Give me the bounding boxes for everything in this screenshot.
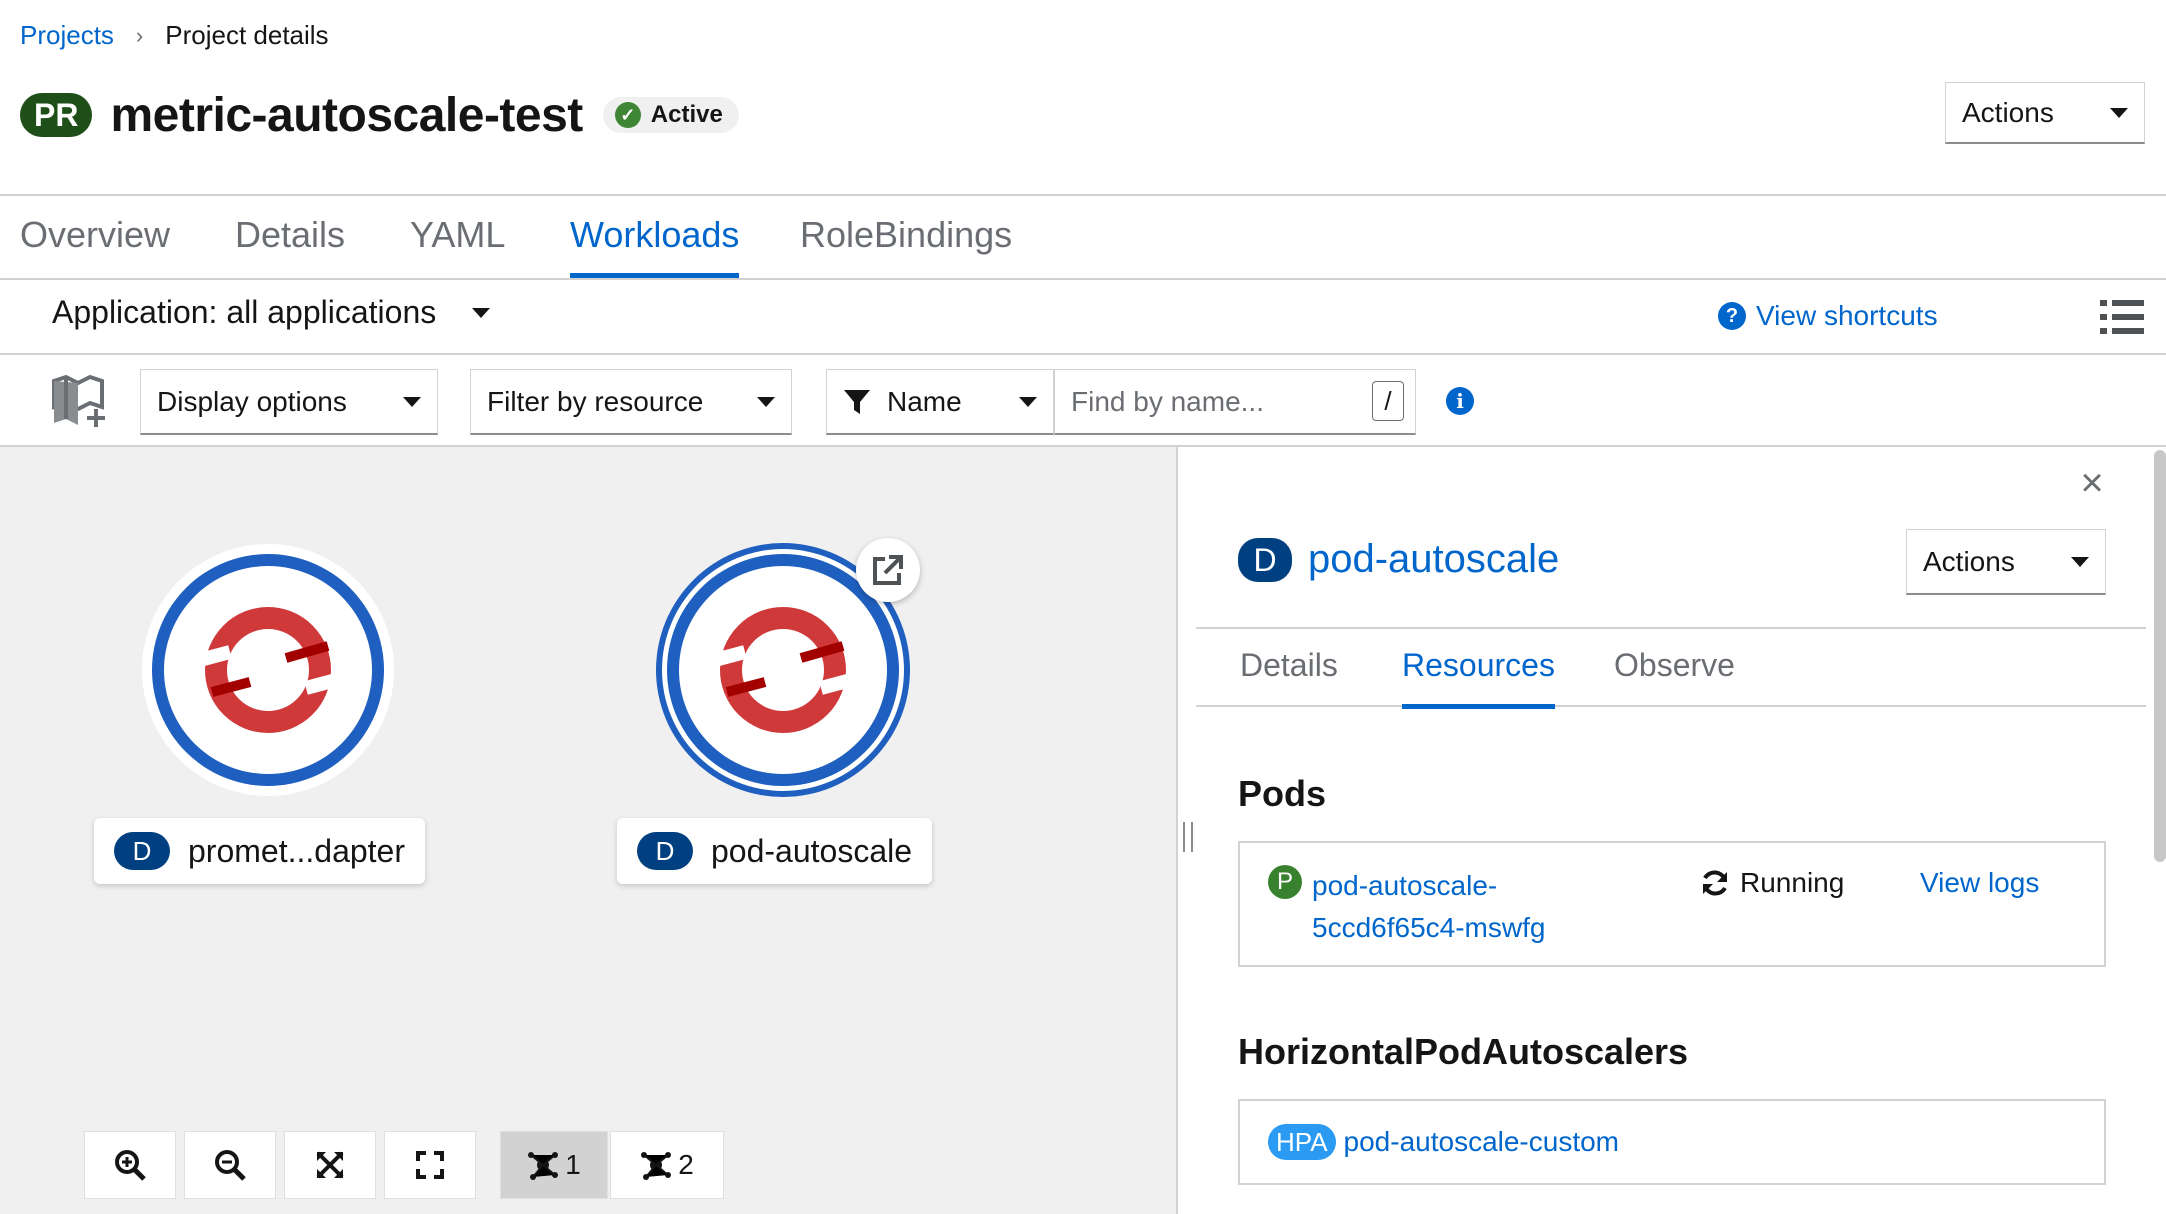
expand-icon xyxy=(416,1151,444,1179)
pod-list-item: P pod-autoscale- 5ccd6f65c4-mswfg Runnin… xyxy=(1238,841,2106,967)
pod-name-line2: 5ccd6f65c4-mswfg xyxy=(1312,912,1546,943)
find-by-name-input[interactable] xyxy=(1054,369,1416,435)
caret-down-icon xyxy=(2071,556,2089,567)
hpa-list-item: HPA pod-autoscale-custom xyxy=(1238,1099,2106,1185)
deployment-kind-badge: D xyxy=(1238,537,1292,582)
deployment-kind-badge: D xyxy=(637,832,693,870)
tab-rolebindings[interactable]: RoleBindings xyxy=(800,214,1012,278)
zoom-out-button[interactable] xyxy=(184,1131,276,1199)
side-panel: × D pod-autoscale Actions Details Resour… xyxy=(1196,447,2166,1214)
list-view-icon[interactable] xyxy=(2100,298,2144,336)
node-name: promet...dapter xyxy=(188,832,405,869)
pod-name-line1: pod-autoscale- xyxy=(1312,870,1498,901)
display-options-label: Display options xyxy=(157,385,347,417)
tab-workloads[interactable]: Workloads xyxy=(570,214,740,278)
node-label-pod-autoscale[interactable]: D pod-autoscale xyxy=(617,818,933,884)
deployment-kind-badge: D xyxy=(114,832,170,870)
side-panel-scrollbar[interactable] xyxy=(2154,450,2166,862)
close-icon[interactable]: × xyxy=(2072,463,2112,503)
caret-down-icon xyxy=(757,396,775,407)
info-icon[interactable]: i xyxy=(1446,387,1474,415)
application-selector[interactable]: Application: all applications xyxy=(52,294,491,331)
fit-to-screen-button[interactable] xyxy=(284,1131,376,1199)
side-tab-resources[interactable]: Resources xyxy=(1402,647,1555,709)
view-shortcuts-link[interactable]: ? View shortcuts xyxy=(1718,300,1938,332)
side-panel-title[interactable]: pod-autoscale xyxy=(1308,537,1559,582)
layout-1-button[interactable]: 1 xyxy=(500,1131,608,1199)
caret-down-icon xyxy=(403,396,421,407)
pod-status: Running xyxy=(1700,867,1844,899)
chevron-right-icon: › xyxy=(135,22,144,48)
tab-yaml[interactable]: YAML xyxy=(410,214,505,278)
caret-down-icon xyxy=(1019,396,1037,407)
node-label-prometheus-adapter[interactable]: D promet...dapter xyxy=(94,818,425,884)
question-circle-icon: ? xyxy=(1718,302,1746,330)
zoom-in-icon xyxy=(115,1150,146,1181)
pod-status-text: Running xyxy=(1740,867,1845,898)
page-title: metric-autoscale-test xyxy=(110,88,583,142)
side-panel-title-row: D pod-autoscale xyxy=(1238,537,1559,582)
node-name: pod-autoscale xyxy=(711,832,913,869)
layout-2-button[interactable]: 2 xyxy=(610,1131,724,1199)
caret-down-icon xyxy=(472,307,491,318)
application-bar: Application: all applications ? View sho… xyxy=(0,280,2166,355)
tab-details[interactable]: Details xyxy=(235,214,345,278)
topology-layout-icon xyxy=(528,1152,559,1180)
name-filter-dropdown[interactable]: Name xyxy=(826,369,1054,435)
page-tabs: Overview Details YAML Workloads RoleBind… xyxy=(0,194,2166,280)
sync-icon xyxy=(1703,870,1727,896)
add-to-project-book-icon[interactable] xyxy=(50,373,110,429)
side-panel-tabs: Details Resources Observe xyxy=(1196,627,2146,709)
name-filter-label: Name xyxy=(887,385,962,417)
hpa-kind-badge: HPA xyxy=(1268,1124,1336,1160)
topology-node-prometheus-adapter[interactable] xyxy=(140,542,396,798)
filter-by-resource-dropdown[interactable]: Filter by resource xyxy=(470,369,792,435)
zoom-out-icon xyxy=(215,1150,246,1181)
project-kind-badge: PR xyxy=(20,93,93,137)
side-panel-actions-dropdown[interactable]: Actions xyxy=(1906,529,2106,595)
topology-toolbar: Display options Filter by resource Name … xyxy=(0,355,2166,447)
view-logs-link[interactable]: View logs xyxy=(1920,867,2039,899)
hpa-section-title: HorizontalPodAutoscalers xyxy=(1238,1031,1689,1072)
pod-kind-badge: P xyxy=(1268,865,1302,899)
panel-resize-handle[interactable] xyxy=(1183,822,1193,852)
side-panel-actions-label: Actions xyxy=(1923,545,2015,577)
openshift-deployment-icon xyxy=(142,544,394,796)
side-tab-observe[interactable]: Observe xyxy=(1614,647,1735,709)
reset-view-button[interactable] xyxy=(384,1131,476,1199)
layout-1-label: 1 xyxy=(565,1149,581,1180)
page-actions-label: Actions xyxy=(1962,96,2054,128)
breadcrumb-current: Project details xyxy=(165,20,329,50)
zoom-in-button[interactable] xyxy=(84,1131,176,1199)
breadcrumb-projects-link[interactable]: Projects xyxy=(20,20,114,51)
hpa-name-link[interactable]: pod-autoscale-custom xyxy=(1344,1126,1619,1158)
external-link-icon[interactable] xyxy=(856,538,920,602)
display-options-dropdown[interactable]: Display options xyxy=(140,369,438,435)
side-tab-details[interactable]: Details xyxy=(1240,647,1338,709)
pod-name-link[interactable]: pod-autoscale- 5ccd6f65c4-mswfg xyxy=(1312,865,1545,949)
status-text: Active xyxy=(650,101,723,128)
topology-layout-icon xyxy=(641,1152,672,1180)
tab-overview[interactable]: Overview xyxy=(20,214,170,278)
filter-by-resource-label: Filter by resource xyxy=(487,385,704,417)
page-title-row: PR metric-autoscale-test ✓ Active xyxy=(20,85,739,145)
filter-icon xyxy=(844,389,870,414)
application-selector-label: Application: all applications xyxy=(52,294,437,330)
search-shortcut-key: / xyxy=(1372,381,1404,421)
pods-section-title: Pods xyxy=(1238,773,1327,814)
caret-down-icon xyxy=(2110,107,2128,118)
breadcrumb: Projects › Project details xyxy=(20,20,329,51)
view-shortcuts-label: View shortcuts xyxy=(1756,300,1938,331)
expand-arrows-icon xyxy=(316,1151,344,1179)
layout-2-label: 2 xyxy=(678,1149,694,1180)
status-badge: ✓ Active xyxy=(602,97,739,133)
page-actions-dropdown[interactable]: Actions xyxy=(1945,82,2145,144)
check-circle-icon: ✓ xyxy=(614,102,641,128)
